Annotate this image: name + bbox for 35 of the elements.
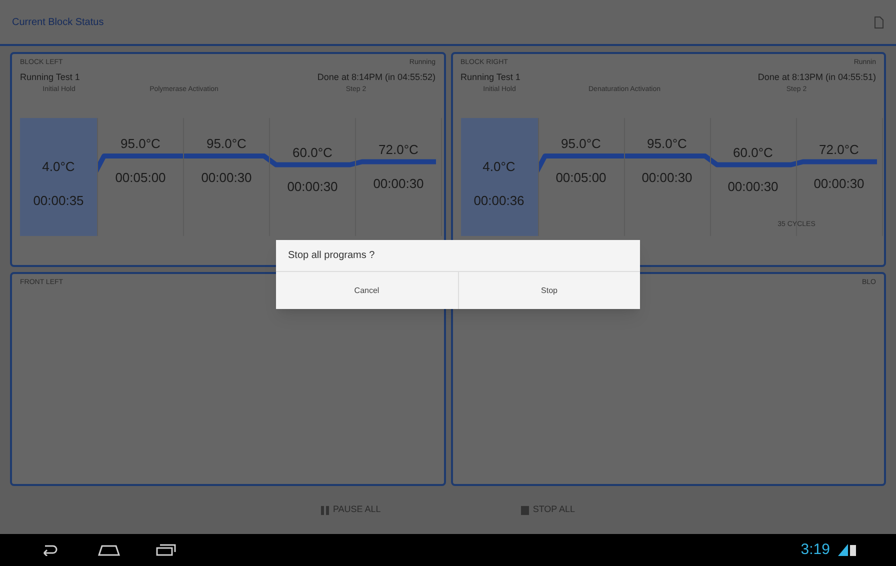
step-time: 00:00:30 [814,174,864,192]
step-temperature: 4.0°C [482,158,516,176]
step-time: 00:00:30 [201,168,252,187]
home-icon[interactable] [98,544,120,556]
step-temperature: 95.0°C [647,135,687,154]
recent-apps-icon[interactable] [156,544,176,556]
step-time: 00:00:35 [33,192,84,210]
step-time: 00:00:36 [474,192,524,210]
pause-icon [320,506,329,514]
step-time: 00:00:30 [287,178,338,196]
step-time: 00:00:30 [642,168,692,187]
step-time: 00:00:30 [373,174,424,192]
finish-time: Done at 8:14PM (in 04:55:52) [317,70,436,84]
step-temperature: 72.0°C [378,141,418,159]
step-time: 00:05:00 [556,168,606,187]
step-time: 00:00:30 [728,178,778,196]
dialog-button[interactable]: Cancel [276,272,458,309]
program-name: Running Test 1 [460,70,520,84]
finish-time: Done at 8:13PM (in 04:55:51) [758,70,876,84]
dialog-message: Stop all programs ? [276,240,640,272]
step-temperature: 95.0°C [120,135,160,154]
step-temperature: 60.0°C [292,144,332,162]
dialog-button[interactable]: Stop [458,272,640,309]
app-title: Current Block Status [12,16,104,30]
program-name: Running Test 1 [20,70,80,84]
step-time: 00:05:00 [115,168,166,187]
stop-icon [520,506,529,514]
step-temperature: 95.0°C [561,135,601,154]
signal-icon [838,544,848,556]
step-temperature: 60.0°C [733,144,773,162]
battery-icon [850,544,856,556]
step-temperature: 95.0°C [206,135,246,154]
step-temperature: 4.0°C [42,158,75,176]
clock: 3:19 [800,540,830,560]
step-temperature: 72.0°C [819,141,859,159]
